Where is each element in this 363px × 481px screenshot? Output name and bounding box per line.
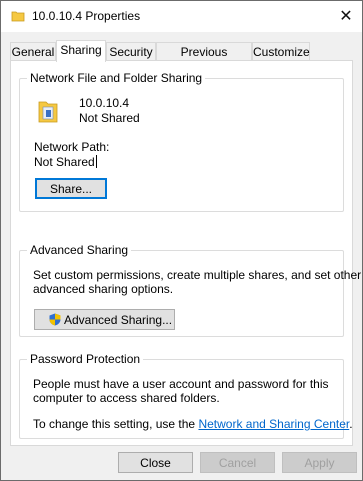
properties-window: 10.0.10.4 Properties ✕ General Sharing S… [0, 0, 363, 481]
apply-button[interactable]: Apply [282, 452, 357, 473]
shield-icon [49, 313, 61, 326]
password-change-text: To change this setting, use the Network … [33, 417, 353, 431]
sharing-tab-panel: Network File and Folder Sharing 10.0.10.… [10, 60, 361, 446]
password-desc-line1: People must have a user account and pass… [33, 377, 329, 391]
item-status: Not Shared [79, 111, 140, 125]
tab-label: Customize [253, 45, 310, 59]
group-title: Network File and Folder Sharing [27, 71, 206, 85]
password-desc-line2: computer to access shared folders. [33, 391, 220, 405]
text-caret [95, 155, 97, 168]
advanced-desc-line1: Set custom permissions, create multiple … [33, 268, 362, 282]
window-title: 10.0.10.4 Properties [32, 9, 141, 23]
tab-label: General [11, 45, 55, 59]
network-sharing-center-link[interactable]: Network and Sharing Center [198, 417, 349, 431]
network-sharing-group: Network File and Folder Sharing 10.0.10.… [19, 71, 344, 212]
advanced-desc-line2: advanced sharing options. [33, 282, 174, 296]
change-prefix: To change this setting, use the [33, 417, 199, 431]
advanced-sharing-button[interactable]: Advanced Sharing... [34, 309, 175, 330]
group-title: Advanced Sharing [27, 243, 132, 257]
network-path-label: Network Path: [34, 140, 110, 154]
tab-sharing[interactable]: Sharing [56, 40, 106, 62]
item-name: 10.0.10.4 [79, 96, 130, 110]
tab-security[interactable]: Security [106, 42, 156, 61]
advanced-sharing-label: Advanced Sharing... [64, 312, 173, 327]
tab-customize[interactable]: Customize [252, 42, 310, 61]
share-button[interactable]: Share... [35, 178, 107, 199]
tab-previous-versions[interactable]: Previous Versions [156, 42, 252, 73]
network-path-value[interactable]: Not Shared [34, 155, 97, 169]
tab-label: Security [109, 45, 153, 59]
close-button[interactable]: Close [118, 452, 193, 473]
advanced-sharing-group: Advanced Sharing Set custom permissions,… [19, 243, 361, 337]
password-protection-group: Password Protection People must have a u… [19, 352, 353, 439]
tab-general[interactable]: General [10, 42, 56, 61]
folder-icon [11, 11, 25, 22]
cancel-button[interactable]: Cancel [200, 452, 275, 473]
network-path-text: Not Shared [34, 155, 95, 169]
tab-label: Sharing [60, 43, 102, 57]
title-bar[interactable]: 10.0.10.4 Properties ✕ [1, 1, 362, 32]
dialog-body: General Sharing Security Previous Versio… [1, 32, 362, 480]
group-title: Password Protection [27, 352, 144, 366]
change-suffix: . [349, 417, 353, 431]
folder-network-icon [38, 101, 58, 123]
close-icon[interactable]: ✕ [334, 4, 358, 28]
